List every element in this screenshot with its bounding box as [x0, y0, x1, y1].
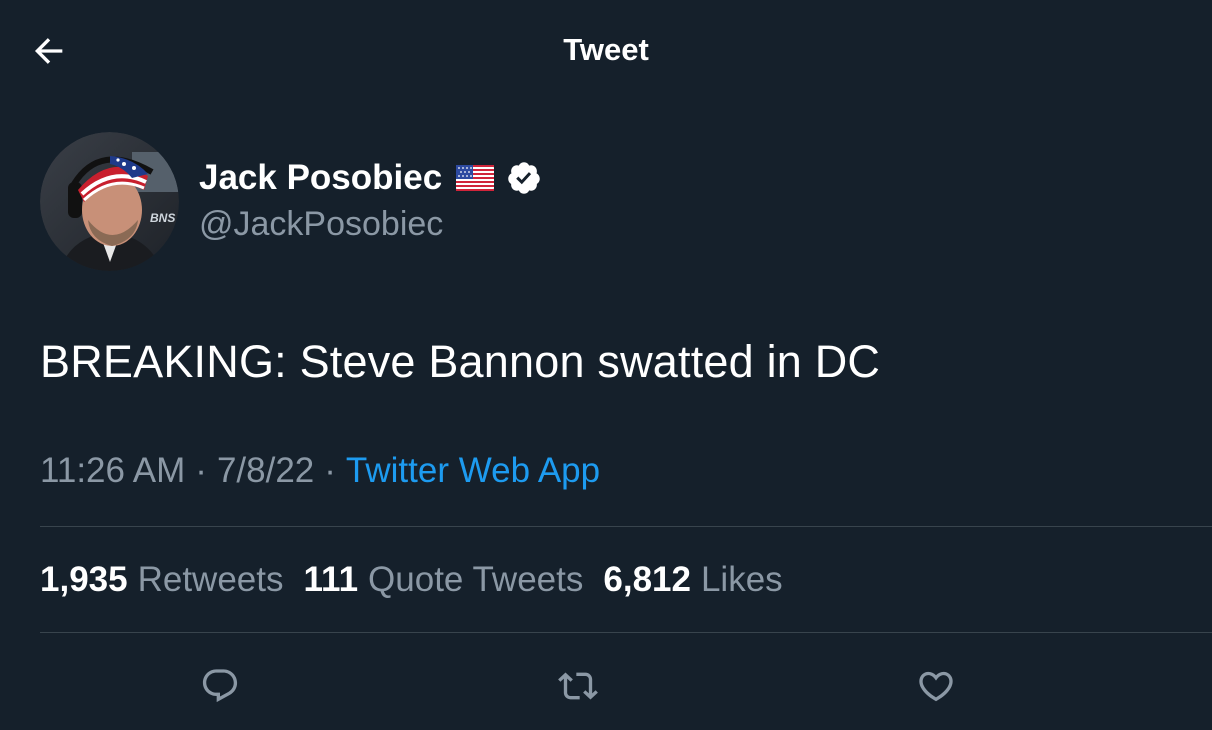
verified-badge-icon — [506, 160, 542, 196]
quote-tweets-label: Quote Tweets — [368, 560, 584, 599]
retweet-icon — [558, 672, 598, 700]
likes-stat[interactable]: 6,812 Likes — [603, 560, 782, 600]
like-button[interactable] — [912, 662, 960, 710]
retweet-button[interactable] — [554, 662, 602, 710]
divider — [40, 526, 1212, 527]
likes-count: 6,812 — [603, 560, 691, 599]
tweet-detail-page: Tweet BNS Jack Posobiec @JackPosobiec BR… — [0, 0, 1212, 730]
quote-tweets-stat[interactable]: 111 Quote Tweets — [304, 560, 584, 600]
svg-text:BNS: BNS — [150, 211, 175, 225]
meta-separator: · — [195, 451, 207, 490]
quote-tweets-count: 111 — [303, 560, 359, 599]
avatar-image: BNS — [40, 132, 179, 271]
divider — [40, 632, 1212, 633]
tweet-source-link[interactable]: Twitter Web App — [346, 451, 600, 491]
tweet-text: BREAKING: Steve Bannon swatted in DC — [40, 336, 881, 387]
tweet-time[interactable]: 11:26 AM — [40, 451, 185, 491]
likes-label: Likes — [700, 560, 783, 599]
meta-separator: · — [324, 451, 336, 490]
retweets-count: 1,935 — [40, 560, 128, 599]
header: Tweet — [0, 32, 1212, 68]
retweets-label: Retweets — [137, 560, 284, 599]
avatar[interactable]: BNS — [40, 132, 179, 271]
retweets-stat[interactable]: 1,935 Retweets — [40, 560, 284, 600]
reply-button[interactable] — [196, 662, 244, 710]
author-display-name: Jack Posobiec — [199, 158, 443, 197]
author-handle[interactable]: @JackPosobiec — [199, 205, 443, 244]
author-name-row[interactable]: Jack Posobiec — [199, 158, 542, 198]
reply-icon — [202, 669, 238, 703]
us-flag-icon — [456, 165, 495, 191]
engagement-stats: 1,935 Retweets 111 Quote Tweets 6,812 Likes — [40, 560, 803, 600]
heart-icon — [919, 671, 953, 702]
tweet-meta: 11:26 AM · 7/8/22 · Twitter Web App — [40, 451, 600, 491]
tweet-date[interactable]: 7/8/22 — [217, 451, 314, 491]
page-title: Tweet — [563, 32, 649, 67]
